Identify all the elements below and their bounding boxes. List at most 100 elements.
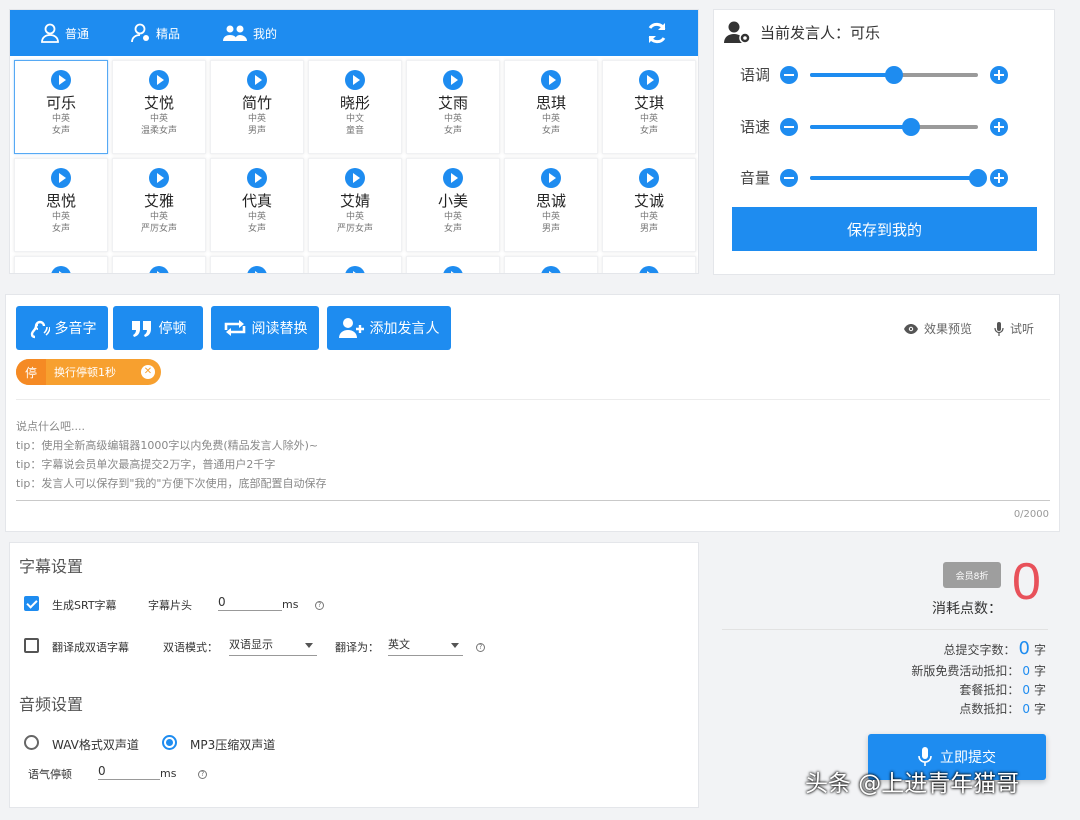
tab-premium[interactable]: 精品 <box>131 23 180 43</box>
pause-tag[interactable]: 停 换行停顿1秒 ✕ <box>16 359 161 385</box>
play-icon[interactable] <box>541 168 561 188</box>
play-icon[interactable] <box>639 70 659 90</box>
srt-checkbox[interactable] <box>24 596 39 611</box>
voice-card[interactable]: 艾琪 中英 女声 <box>602 60 696 154</box>
voice-card[interactable] <box>308 256 402 273</box>
voice-card[interactable]: 小美 中英 女声 <box>406 158 500 252</box>
speed-slider[interactable] <box>810 117 978 136</box>
voice-type: 女声 <box>51 224 70 234</box>
voice-name: 晓彤 <box>339 94 370 112</box>
user-icon <box>41 23 59 43</box>
play-icon[interactable] <box>639 266 659 273</box>
voice-card[interactable]: 晓彤 中文 童音 <box>308 60 402 154</box>
pause-label: 停顿 <box>158 321 187 337</box>
close-icon[interactable]: ✕ <box>141 365 155 379</box>
play-icon[interactable] <box>345 70 365 90</box>
divider <box>722 629 1048 630</box>
voice-card[interactable]: 艾雨 中英 女声 <box>406 60 500 154</box>
subtitle-head-input[interactable] <box>218 593 282 611</box>
play-icon[interactable] <box>443 168 463 188</box>
tab-normal[interactable]: 普通 <box>40 23 89 43</box>
voice-card[interactable]: 思琪 中英 女声 <box>504 60 598 154</box>
voice-type: 男声 <box>247 126 266 136</box>
editor-placeholder-line: tip：字幕说会员单次最高提交2万字，普通用户2千字 <box>16 458 276 471</box>
play-icon[interactable] <box>51 70 71 90</box>
current-speaker-title: 当前发言人：可乐 <box>760 23 881 42</box>
voice-card[interactable]: 简竹 中英 男声 <box>210 60 304 154</box>
volume-slider[interactable] <box>810 168 987 187</box>
editor-placeholder-line: tip：发言人可以保存到"我的"方便下次使用，底部配置自动保存 <box>16 477 327 490</box>
voice-card[interactable]: 代真 中英 女声 <box>210 158 304 252</box>
voice-type: 男声 <box>639 224 658 234</box>
voice-card[interactable]: 艾悦 中英 温柔女声 <box>112 60 206 154</box>
volume-slider-knob[interactable] <box>969 168 987 187</box>
play-icon[interactable] <box>51 168 71 188</box>
help-icon[interactable]: ? <box>198 770 207 779</box>
tab-mine[interactable]: 我的 <box>222 23 277 43</box>
audio-settings-title: 音频设置 <box>19 695 84 714</box>
play-icon[interactable] <box>149 70 169 90</box>
tone-pause-label: 语气停顿 <box>28 768 72 781</box>
voice-card[interactable] <box>112 256 206 273</box>
pause-button[interactable]: 停顿 <box>113 306 203 350</box>
voice-card[interactable] <box>504 256 598 273</box>
play-icon[interactable] <box>247 70 267 90</box>
preview-link[interactable]: 效果预览 <box>904 320 972 337</box>
user-gear-icon <box>724 21 751 44</box>
save-to-mine-button[interactable]: 保存到我的 <box>732 207 1037 251</box>
refresh-icon[interactable] <box>644 20 670 50</box>
play-icon[interactable] <box>51 266 71 273</box>
speed-decrease-button[interactable] <box>780 117 798 136</box>
text-editor[interactable]: 说点什么吧.... tip：使用全新高级编辑器1000字以内免费(精品发言人除外… <box>16 417 1050 501</box>
speed-increase-button[interactable] <box>990 117 1008 136</box>
play-icon[interactable] <box>443 266 463 273</box>
voice-card[interactable]: 可乐 中英 女声 <box>14 60 108 154</box>
voice-card[interactable] <box>14 256 108 273</box>
polyphone-button[interactable]: 多音字 <box>16 306 108 350</box>
pitch-slider[interactable] <box>810 65 978 84</box>
play-icon[interactable] <box>345 266 365 273</box>
help-icon[interactable]: ? <box>315 601 324 610</box>
play-icon[interactable] <box>149 168 169 188</box>
play-icon[interactable] <box>149 266 169 273</box>
speed-slider-knob[interactable] <box>901 117 920 136</box>
play-icon[interactable] <box>345 168 365 188</box>
pitch-increase-button[interactable] <box>990 65 1008 84</box>
volume-decrease-button[interactable] <box>780 168 798 187</box>
voice-card[interactable]: 思悦 中英 女声 <box>14 158 108 252</box>
voice-card[interactable] <box>602 256 696 273</box>
tone-pause-input[interactable] <box>98 762 160 780</box>
volume-increase-button[interactable] <box>990 168 1008 187</box>
read-replace-label: 阅读替换 <box>251 321 308 337</box>
bilingual-mode-select[interactable]: 双语显示 <box>229 636 317 656</box>
voice-type: 童音 <box>345 126 364 136</box>
mp3-radio[interactable] <box>162 735 177 750</box>
listen-link[interactable]: 试听 <box>994 320 1034 337</box>
voice-card[interactable] <box>406 256 500 273</box>
pitch-slider-knob[interactable] <box>885 65 903 84</box>
play-icon[interactable] <box>639 168 659 188</box>
voice-card[interactable]: 艾婧 中英 严厉女声 <box>308 158 402 252</box>
mp3-label: MP3压缩双声道 <box>190 738 276 752</box>
voice-name: 思琪 <box>535 94 566 112</box>
voice-language: 中英 <box>345 212 364 222</box>
stat-label: 点数抵扣： <box>959 702 1020 716</box>
play-icon[interactable] <box>247 168 267 188</box>
read-replace-button[interactable]: 阅读替换 <box>211 306 319 350</box>
bilingual-checkbox[interactable] <box>24 638 39 653</box>
user-plus-icon <box>338 318 364 338</box>
wav-radio[interactable] <box>24 735 39 750</box>
play-icon[interactable] <box>541 266 561 273</box>
voice-card[interactable]: 艾诚 中英 男声 <box>602 158 696 252</box>
play-icon[interactable] <box>247 266 267 273</box>
voice-card[interactable]: 艾雅 中英 严厉女声 <box>112 158 206 252</box>
play-icon[interactable] <box>443 70 463 90</box>
help-icon[interactable]: ? <box>476 643 485 652</box>
add-speaker-button[interactable]: 添加发言人 <box>327 306 451 350</box>
voice-card[interactable] <box>210 256 304 273</box>
play-icon[interactable] <box>541 70 561 90</box>
translate-to-select[interactable]: 英文 <box>388 636 463 656</box>
subtitle-settings-panel: 字幕设置 生成SRT字幕 字幕片头 ms ? 翻译成双语字幕 双语模式： 双语显… <box>9 542 699 808</box>
pitch-decrease-button[interactable] <box>780 65 798 84</box>
voice-card[interactable]: 思诚 中英 男声 <box>504 158 598 252</box>
